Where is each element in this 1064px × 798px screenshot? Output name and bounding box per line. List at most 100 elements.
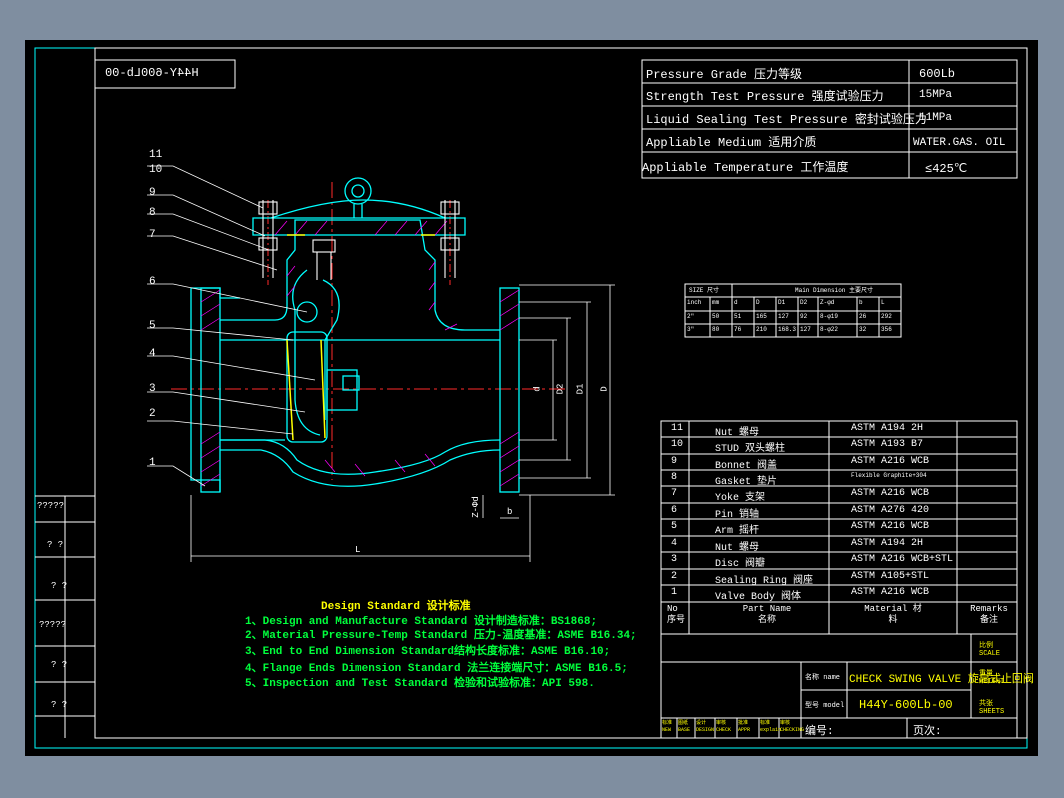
sign-row-cell: 图纸 BASE	[678, 720, 691, 733]
parts-row-name: Yoke 支架	[715, 493, 766, 504]
sign-row-cell: 标准 explain	[760, 720, 782, 733]
dim-label-z: Z-Φd	[470, 496, 481, 518]
left-strip-5: ? ?	[51, 660, 68, 670]
dim-table-cell: 50	[712, 313, 720, 320]
sign-row-cell: 审核 CHECK	[716, 720, 732, 733]
parts-row-no: 7	[671, 488, 678, 499]
parts-header-name: Part Name 名称	[742, 604, 792, 625]
dim-table-header-cell: D2	[800, 299, 808, 306]
parts-row-name: Sealing Ring 阀座	[715, 576, 814, 587]
parts-row-material: Flexible Graphite+304	[851, 472, 927, 479]
left-strip-1: ?????	[37, 501, 65, 511]
callout-9: 9	[149, 187, 156, 199]
parts-row-name: Gasket 垫片	[715, 477, 778, 488]
title-model-label: 型号 model	[805, 702, 845, 710]
spec-value-medium: WATER.GAS. OIL	[913, 137, 1006, 149]
mirrored-drawing-code: H44Y-600Lb-00	[105, 66, 199, 80]
parts-row-material: ASTM A216 WCB+STL	[851, 554, 954, 565]
dim-label-D: D	[599, 386, 610, 392]
dim-table-cell: 210	[756, 326, 767, 333]
dim-table-header-cell: L	[881, 299, 885, 306]
dim-table-header-cell: b	[859, 299, 863, 306]
parts-row-no: 4	[671, 538, 678, 549]
dim-table-cell: 51	[734, 313, 742, 320]
left-strip-6: ? ?	[51, 700, 68, 710]
dim-table-cell: 80	[712, 326, 720, 333]
title-sheets-label: 共张 SHEETS	[979, 700, 1005, 716]
callout-3: 3	[149, 383, 156, 395]
callout-4: 4	[149, 348, 156, 360]
dim-label-D2: D2	[555, 383, 566, 395]
parts-row-material: ASTM A216 WCB	[851, 521, 930, 532]
parts-header-remarks: Remarks 备注	[970, 604, 1008, 625]
spec-value-sealing: 11MPa	[919, 112, 953, 124]
spec-label-pressure: Pressure Grade 压力等级	[646, 68, 803, 82]
callout-6: 6	[149, 276, 156, 288]
parts-row-material: ASTM A194 2H	[851, 423, 924, 434]
spec-label-sealing: Liquid Sealing Test Pressure 密封试验压力	[646, 113, 927, 127]
parts-header-material: Material 材料	[864, 604, 922, 625]
dim-label-d: d	[532, 386, 543, 392]
dim-table-cell: 3"	[687, 326, 695, 333]
leader-lines	[147, 165, 316, 487]
callout-5: 5	[149, 320, 156, 332]
left-strip-4: ?????	[39, 620, 67, 630]
spec-value-strength: 15MPa	[919, 89, 953, 101]
parts-row-name: Arm 摇杆	[715, 526, 760, 537]
spec-label-temperature: Appliable Temperature 工作温度	[642, 161, 849, 175]
left-strip-2: ? ?	[47, 540, 64, 550]
parts-row-name: Nut 螺母	[715, 543, 760, 554]
parts-row-material: ASTM A216 WCB	[851, 456, 930, 467]
parts-row-name: Nut 螺母	[715, 428, 760, 439]
parts-row-material: ASTM A194 2H	[851, 538, 924, 549]
gasket	[286, 234, 435, 441]
drawing-sheet: H44Y-600Lb-00 Pressure Grade 压力等级 600Lb …	[25, 40, 1038, 756]
dim-table-header-cell: D	[756, 299, 760, 306]
title-number-label: 编号:	[805, 726, 834, 738]
title-weight-label: 重量 WEIGHT	[979, 670, 1005, 686]
parts-row-material: ASTM A105+STL	[851, 571, 930, 582]
callout-10: 10	[149, 164, 163, 176]
left-strip-3: ? ?	[51, 581, 68, 591]
spec-value-temperature: ≤425℃	[925, 162, 968, 176]
dimension-lines	[190, 284, 615, 562]
callout-8: 8	[149, 207, 156, 219]
dim-table-cell: 26	[859, 313, 867, 320]
dim-table-header-cell: inch	[687, 299, 702, 306]
title-name-label: 名称 name	[805, 674, 841, 682]
dim-table-header-cell: D1	[778, 299, 786, 306]
title-model-value: H44Y-600Lb-00	[859, 698, 953, 712]
title-total-label: 页次:	[913, 726, 942, 738]
spec-value-pressure: 600Lb	[919, 67, 956, 81]
standard-item-5: 5、Inspection and Test Standard 检验和试验标准：A…	[245, 678, 595, 690]
callout-7: 7	[149, 229, 156, 241]
dim-table-cell: 356	[881, 326, 892, 333]
dim-table-cell: 292	[881, 313, 892, 320]
parts-row-no: 3	[671, 554, 678, 565]
dim-table-cell: 165	[756, 313, 767, 320]
dim-table-title-left: SIZE 尺寸	[689, 287, 720, 294]
standard-item-3: 3、End to End Dimension Standard结构长度标准：AS…	[245, 646, 611, 658]
parts-row-material: ASTM A193 B7	[851, 439, 924, 450]
dim-table-cell: 168.3	[778, 326, 797, 333]
parts-row-name: Disc 阀瓣	[715, 559, 766, 570]
title-scale-label: 比例 SCALE	[979, 642, 1001, 658]
dim-table-header-cell: mm	[712, 299, 720, 306]
sign-row-cell: 审核 CHECKING	[780, 720, 805, 733]
standard-item-4: 4、Flange Ends Dimension Standard 法兰连接端尺寸…	[245, 663, 628, 675]
callout-2: 2	[149, 408, 156, 420]
spec-label-strength: Strength Test Pressure 强度试验压力	[646, 90, 884, 104]
sign-row-cell: 设计 DESIGN	[696, 720, 715, 733]
parts-row-material: ASTM A216 WCB	[851, 488, 930, 499]
dim-table-cell: 92	[800, 313, 808, 320]
dim-table-cell: 8-φ22	[820, 326, 839, 333]
parts-row-material: ASTM A276 420	[851, 505, 930, 516]
dim-table-cell: 32	[859, 326, 867, 333]
parts-row-no: 6	[671, 505, 678, 516]
dim-label-b: b	[507, 507, 513, 517]
parts-row-name: Valve Body 阀体	[715, 592, 802, 603]
parts-row-no: 5	[671, 521, 678, 532]
dim-table-cell: 2"	[687, 313, 695, 320]
callout-11: 11	[149, 149, 163, 161]
callout-1: 1	[149, 457, 156, 469]
